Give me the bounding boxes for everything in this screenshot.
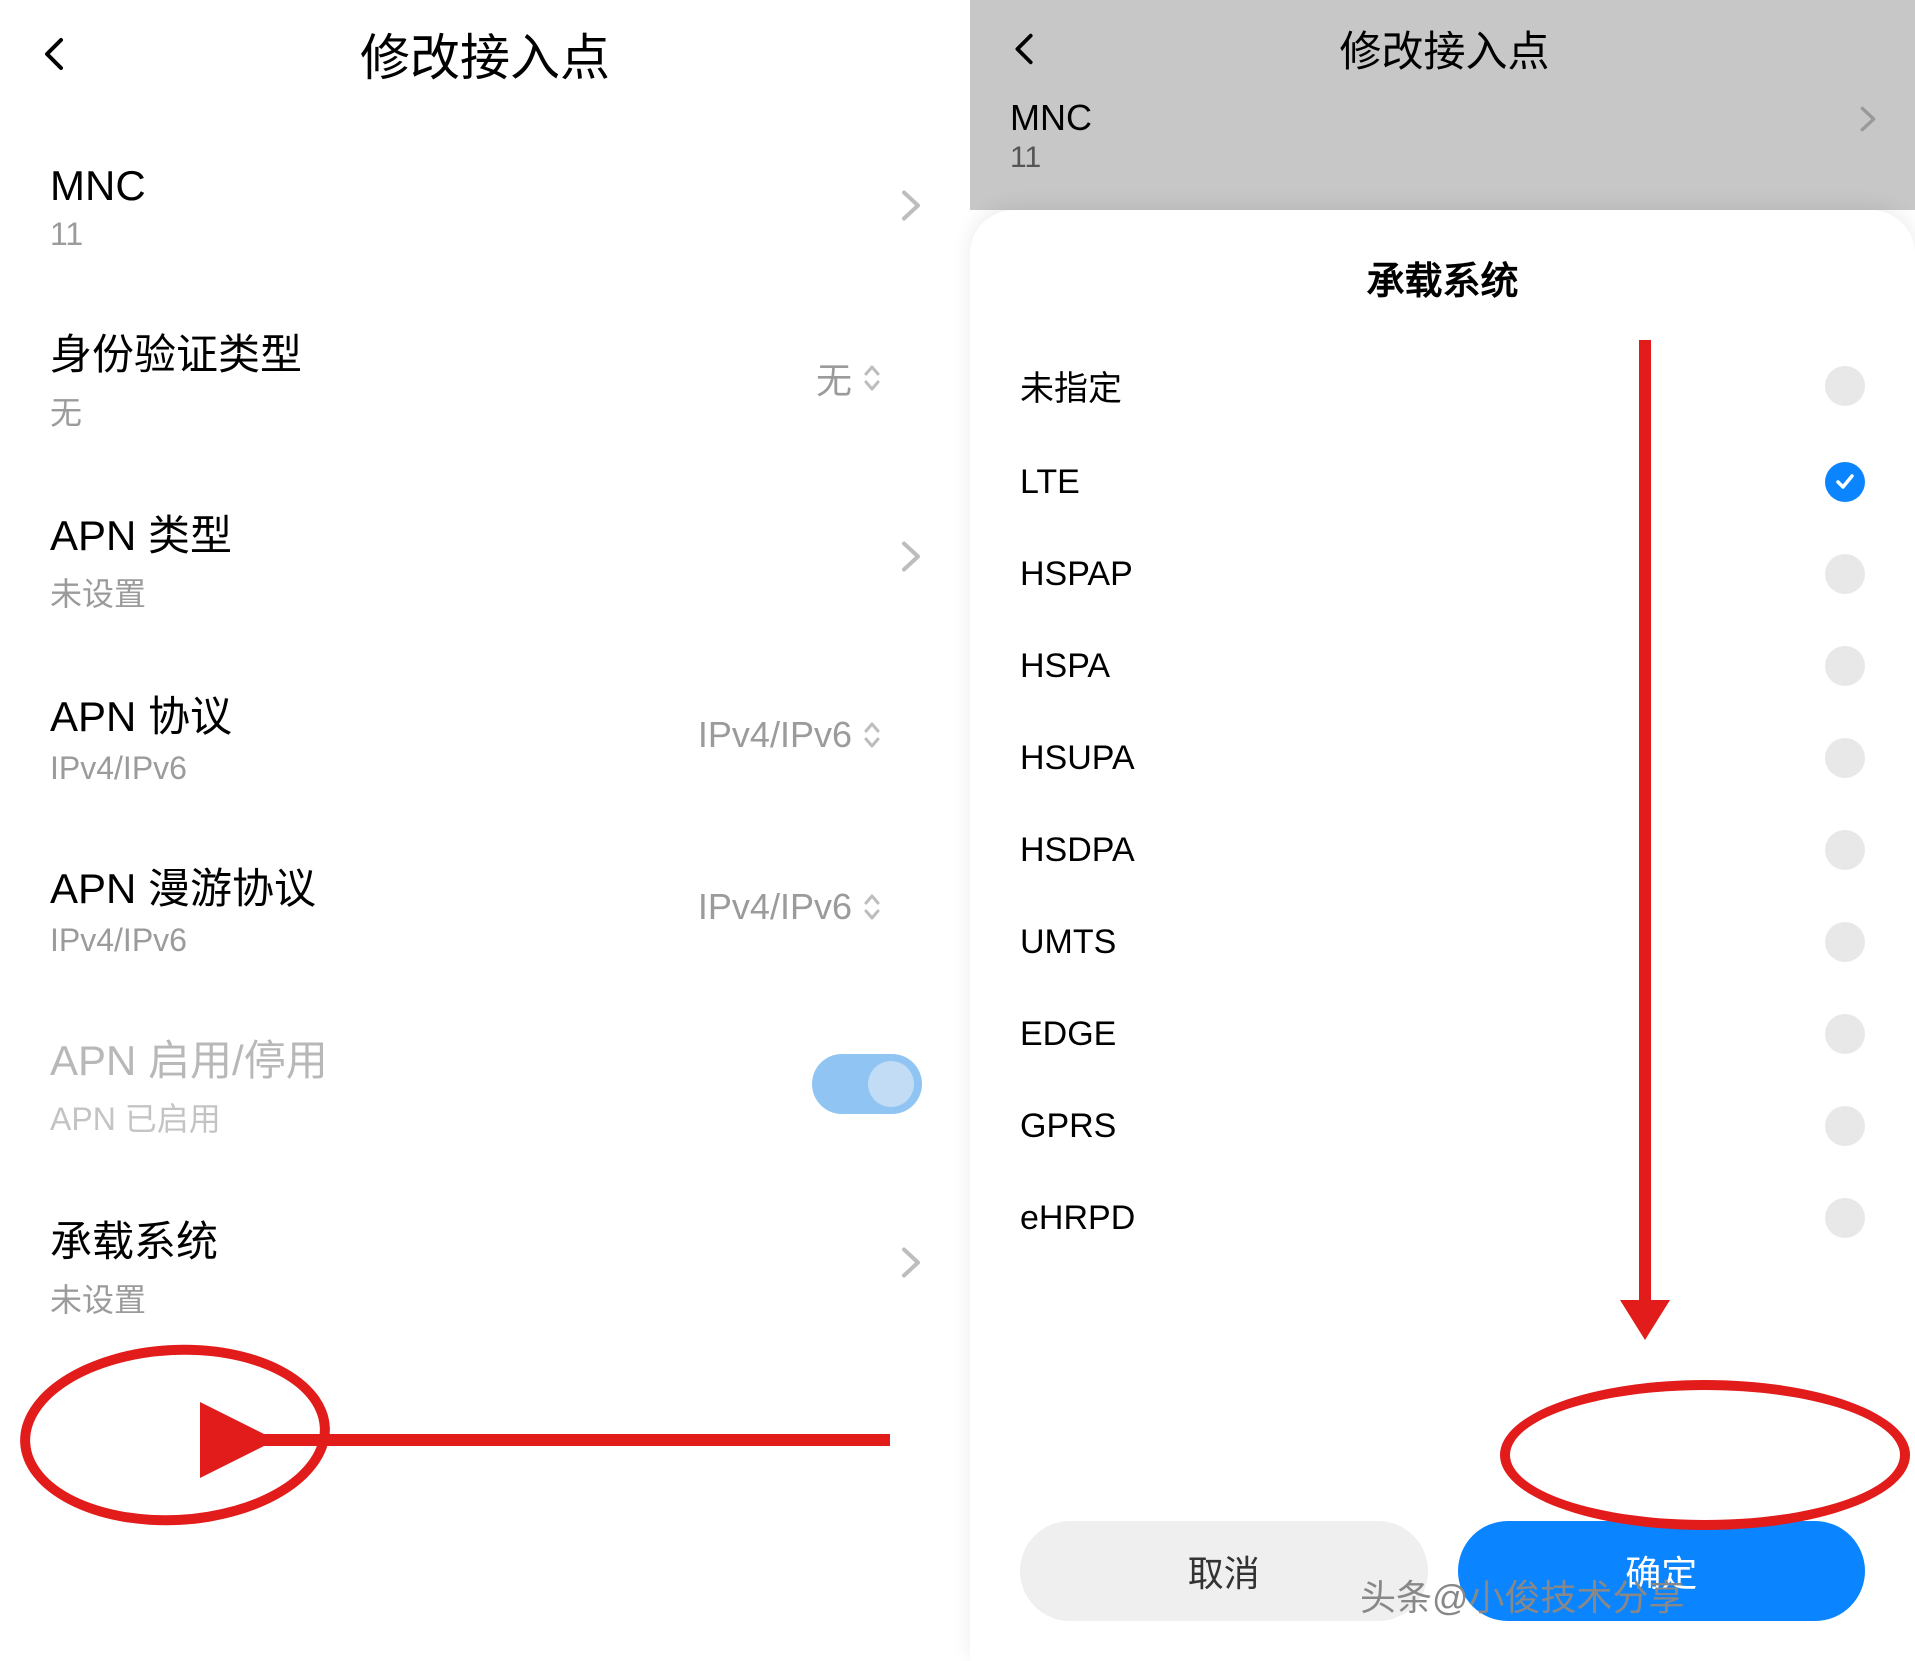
annotation-arrow — [200, 1380, 900, 1500]
option-label: EDGE — [1020, 1015, 1116, 1054]
row-auth-type[interactable]: 身份验证类型 无 无 — [40, 287, 930, 468]
back-button[interactable] — [1000, 24, 1050, 74]
updown-icon — [862, 720, 882, 750]
row-label: 承载系统 — [50, 1208, 920, 1269]
option-label: HSUPA — [1020, 739, 1135, 778]
radio-icon — [1825, 830, 1865, 870]
row-sub: 11 — [50, 216, 920, 253]
row-sub: 未设置 — [50, 569, 920, 615]
row-sub: 未设置 — [50, 1275, 920, 1321]
row-label: APN 启用/停用 — [50, 1027, 920, 1088]
bearer-option[interactable]: HSPAP — [1010, 528, 1875, 620]
radio-icon — [1825, 1198, 1865, 1238]
bearer-option[interactable]: HSDPA — [1010, 804, 1875, 896]
row-value: 无 — [816, 352, 882, 404]
row-apn-protocol[interactable]: APN 协议 IPv4/IPv6 IPv4/IPv6 — [40, 649, 930, 821]
row-value: IPv4/IPv6 — [698, 886, 882, 928]
chevron-right-icon — [900, 539, 922, 578]
radio-icon — [1825, 1106, 1865, 1146]
radio-checked-icon — [1825, 462, 1865, 502]
row-label: 身份验证类型 — [50, 321, 920, 382]
bearer-option[interactable]: HSPA — [1010, 620, 1875, 712]
chevron-right-icon — [900, 188, 922, 227]
row-sub: 无 — [50, 388, 920, 434]
bearer-option[interactable]: GPRS — [1010, 1080, 1875, 1172]
radio-icon — [1825, 738, 1865, 778]
radio-icon — [1825, 922, 1865, 962]
row-apn-enable[interactable]: APN 启用/停用 APN 已启用 — [40, 993, 930, 1174]
bearer-option[interactable]: 未指定 — [1010, 335, 1875, 436]
toggle-switch[interactable] — [812, 1054, 922, 1114]
option-label: LTE — [1020, 463, 1080, 502]
updown-icon — [862, 892, 882, 922]
updown-icon — [862, 363, 882, 393]
radio-icon — [1825, 646, 1865, 686]
row-bearer[interactable]: 承载系统 未设置 — [40, 1174, 930, 1355]
option-label: HSPA — [1020, 647, 1110, 686]
row-sub: APN 已启用 — [50, 1094, 920, 1140]
sheet-title: 承载系统 — [1010, 250, 1875, 305]
page-title: 修改接入点 — [1050, 18, 1839, 79]
chevron-right-icon — [1859, 105, 1877, 141]
option-label: HSDPA — [1020, 831, 1135, 870]
chevron-right-icon — [900, 1245, 922, 1284]
row-apn-type[interactable]: APN 类型 未设置 — [40, 468, 930, 649]
option-label: GPRS — [1020, 1107, 1116, 1146]
page-title: 修改接入点 — [80, 18, 890, 90]
row-mnc-bg: MNC 11 — [970, 97, 1915, 175]
radio-icon — [1825, 554, 1865, 594]
bearer-option[interactable]: EDGE — [1010, 988, 1875, 1080]
radio-icon — [1825, 1014, 1865, 1054]
option-label: eHRPD — [1020, 1199, 1135, 1238]
watermark: 头条@小俊技术分享 — [1360, 1569, 1685, 1621]
option-label: 未指定 — [1020, 361, 1122, 410]
option-label: UMTS — [1020, 923, 1116, 962]
annotation-ellipse — [16, 1337, 335, 1533]
back-button[interactable] — [30, 29, 80, 79]
bearer-option[interactable]: eHRPD — [1010, 1172, 1875, 1264]
row-apn-roaming[interactable]: APN 漫游协议 IPv4/IPv6 IPv4/IPv6 — [40, 821, 930, 993]
row-value: IPv4/IPv6 — [698, 714, 882, 756]
bearer-option[interactable]: UMTS — [1010, 896, 1875, 988]
bearer-sheet: 承载系统 未指定 LTE HSPAP HSPA HSUPA HSDPA UMTS EDGE GP… — [970, 210, 1915, 1661]
option-label: HSPAP — [1020, 555, 1133, 594]
row-mnc[interactable]: MNC 11 — [40, 128, 930, 287]
bearer-option[interactable]: HSUPA — [1010, 712, 1875, 804]
radio-icon — [1825, 366, 1865, 406]
bearer-option[interactable]: LTE — [1010, 436, 1875, 528]
row-label: APN 类型 — [50, 502, 920, 563]
row-label: MNC — [50, 162, 920, 210]
